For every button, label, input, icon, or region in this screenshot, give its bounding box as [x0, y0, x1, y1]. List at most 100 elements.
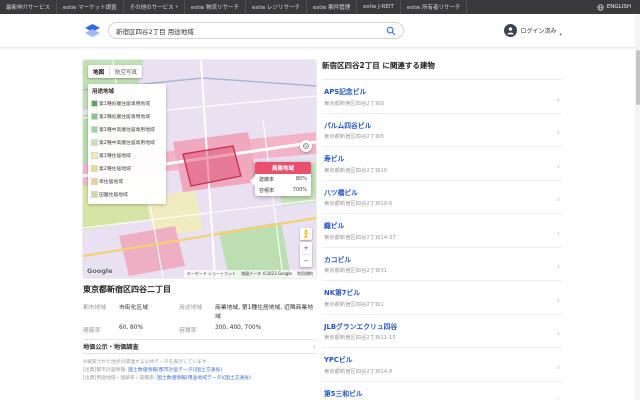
- keyboard-shortcuts-link[interactable]: キーボード ショートカット: [187, 271, 236, 277]
- building-name[interactable]: パルム四谷ビル: [324, 120, 557, 130]
- chevron-right-icon: [557, 288, 560, 307]
- legend-label: 田園住居地域: [99, 191, 128, 198]
- topbar-tab[interactable]: estie 案件管理: [307, 0, 357, 14]
- user-icon: [506, 26, 515, 35]
- zoom-out-button[interactable]: −: [300, 255, 312, 267]
- app-header: ログイン済み: [0, 14, 640, 48]
- building-name[interactable]: NK第7ビル: [324, 287, 557, 297]
- building-list-item[interactable]: APS記念ビル 東京都新宿区四谷2丁目9: [322, 80, 562, 114]
- service-topbar: 最新仲介サービス estie マーケット調査 その他のサービス estie 物流…: [0, 0, 640, 14]
- note-text: ※検索された地点の関連する公共データを表示しています: [83, 360, 207, 365]
- topbar-tab[interactable]: その他のサービス: [124, 0, 185, 14]
- legend-item: 田園住居地域: [92, 188, 162, 201]
- popup-row-label: 容積率: [259, 187, 274, 194]
- zoning-legend: 用途地域 第1種低層住居専用地域 第2種低層住居専用地域 第1種中高層住居専用地…: [88, 84, 166, 204]
- building-address: 東京都新宿区四谷2丁目31: [324, 266, 557, 274]
- field-label: 都市地域: [83, 302, 119, 311]
- building-name[interactable]: JLBグランエクリュ四谷: [324, 321, 557, 331]
- chevron-right-icon: [557, 355, 560, 374]
- topbar-tab-label: estie J-REIT: [363, 4, 394, 10]
- building-name[interactable]: 八ツ橋ビル: [324, 187, 557, 197]
- land-price-link-label: 地価公示・地価調査: [83, 342, 139, 351]
- legend-item: 準住居地域: [92, 175, 162, 188]
- building-list-item[interactable]: JLBグランエクリュ四谷 東京都新宿区四谷2丁目11-15: [322, 315, 562, 349]
- topbar-tab[interactable]: estie 物流リサーチ: [185, 0, 246, 14]
- land-price-link[interactable]: 地価公示・地価調査: [83, 339, 316, 354]
- chevron-right-icon: [557, 221, 560, 240]
- info-row: 建蔽率 60, 80% 容積率 300, 400, 700%: [83, 325, 316, 334]
- building-name[interactable]: 第5三和ビル: [324, 388, 557, 398]
- my-location-button[interactable]: [300, 140, 312, 152]
- building-list-item[interactable]: 寿ビル 東京都新宿区四谷2丁目10: [322, 147, 562, 181]
- building-list-item[interactable]: 第5三和ビル 東京都新宿区四谷2丁目6-8: [322, 382, 562, 400]
- building-list-item[interactable]: NK第7ビル 東京都新宿区四谷2丁目1: [322, 281, 562, 315]
- search-bar[interactable]: [108, 22, 404, 39]
- chevron-right-icon: [557, 120, 560, 139]
- topbar-tab-label: estie 案件管理: [313, 3, 350, 11]
- globe-icon: [597, 4, 604, 11]
- map-type-satellite-button[interactable]: 航空写真: [110, 68, 142, 76]
- building-address: 東京都新宿区四谷2丁目14-37: [324, 233, 557, 241]
- scrollbar-thumb[interactable]: [636, 50, 640, 105]
- note-source-link[interactable]: 国土数値情報(用途地域データ)(国土交通省): [157, 376, 251, 381]
- topbar-tab[interactable]: estie 所有者リサーチ: [401, 0, 468, 14]
- page-scrollbar[interactable]: [635, 14, 640, 400]
- zoning-map[interactable]: 地図 航空写真 用途地域 第1種低層住居専用地域 第2種低層住居専用地域 第1種…: [83, 60, 316, 278]
- search-input[interactable]: [116, 27, 386, 35]
- pegman-icon: [302, 229, 310, 239]
- zone-info-popup[interactable]: 商業地域 建蔽率 80% 容積率 700%: [255, 162, 311, 196]
- estie-logo[interactable]: [84, 23, 101, 38]
- avatar: [504, 24, 517, 37]
- popup-row: 建蔽率 80%: [255, 174, 311, 185]
- topbar-tab[interactable]: estie マーケット調査: [57, 0, 124, 14]
- popup-zone-name: 商業地域: [255, 162, 311, 174]
- field-value: 商業地域, 第1種住居地域, 近隣商業地域: [215, 302, 316, 320]
- topbar-tab[interactable]: estie J-REIT: [357, 0, 401, 14]
- building-list-item[interactable]: YPCビル 東京都新宿区四谷2丁目14-8: [322, 348, 562, 382]
- building-list-item[interactable]: 八ツ橋ビル 東京都新宿区四谷2丁目10-6: [322, 181, 562, 215]
- zone-color-swatch: [92, 166, 97, 171]
- building-list-item[interactable]: パルム四谷ビル 東京都新宿区四谷2丁目8: [322, 114, 562, 148]
- google-logo[interactable]: Google: [87, 267, 113, 275]
- info-row: 都市地域 市街化区域 用途地域 商業地域, 第1種住居地域, 近隣商業地域: [83, 302, 316, 320]
- building-name[interactable]: カコビル: [324, 254, 557, 264]
- target-icon: [302, 142, 310, 150]
- building-address: 東京都新宿区四谷2丁目1: [324, 300, 557, 308]
- zoning-info-section: 東京都新宿区四谷二丁目 都市地域 市街化区域 用途地域 商業地域, 第1種住居地…: [83, 284, 316, 383]
- search-icon[interactable]: [386, 26, 396, 36]
- zoom-in-button[interactable]: +: [300, 242, 312, 254]
- chevron-down-icon: [174, 4, 178, 10]
- field-label: 用途地域: [179, 302, 215, 311]
- building-list-item[interactable]: 織ビル 東京都新宿区四谷2丁目14-37: [322, 214, 562, 248]
- field-value: 300, 400, 700%: [215, 325, 316, 331]
- field-label: 容積率: [179, 325, 215, 334]
- building-name[interactable]: APS記念ビル: [324, 86, 557, 96]
- language-switch[interactable]: ENGLISH: [588, 0, 640, 14]
- legend-label: 第1種住居地域: [99, 152, 131, 159]
- topbar-tab[interactable]: 最新仲介サービス: [0, 0, 57, 14]
- legend-label: 第2種中高層住居専用地域: [99, 139, 155, 146]
- topbar-tab-label: estie 所有者リサーチ: [407, 3, 461, 11]
- note-source-link[interactable]: 国土数値情報(都市計画データ)(国土交通省): [128, 368, 222, 373]
- address-title: 東京都新宿区四谷二丁目: [83, 284, 316, 295]
- building-name[interactable]: YPCビル: [324, 354, 557, 364]
- pegman-button[interactable]: [300, 228, 312, 240]
- zone-color-swatch: [92, 179, 97, 184]
- terms-link[interactable]: 利用規約: [297, 271, 313, 277]
- chevron-right-icon: [557, 254, 560, 273]
- popup-row-value: 80%: [296, 176, 307, 183]
- topbar-tab[interactable]: estie レジリサーチ: [246, 0, 307, 14]
- building-list-item[interactable]: カコビル 東京都新宿区四谷2丁目31: [322, 248, 562, 282]
- user-menu[interactable]: ログイン済み: [504, 21, 562, 40]
- chevron-right-icon: [557, 321, 560, 340]
- map-attribution: キーボード ショートカット 地図データ ©2023 Google 利用規約: [184, 270, 316, 278]
- zone-color-swatch: [92, 192, 97, 197]
- chevron-right-icon: [557, 187, 560, 206]
- note-line: [出典]都市計画情報: 国土数値情報(都市計画データ)(国土交通省): [83, 367, 316, 375]
- topbar-tab-label: estie マーケット調査: [63, 3, 117, 11]
- building-name[interactable]: 織ビル: [324, 220, 557, 230]
- building-name[interactable]: 寿ビル: [324, 153, 557, 163]
- building-address: 東京都新宿区四谷2丁目9: [324, 99, 557, 107]
- topbar-tab-label: estie レジリサーチ: [252, 3, 300, 11]
- map-type-map-button[interactable]: 地図: [88, 68, 109, 76]
